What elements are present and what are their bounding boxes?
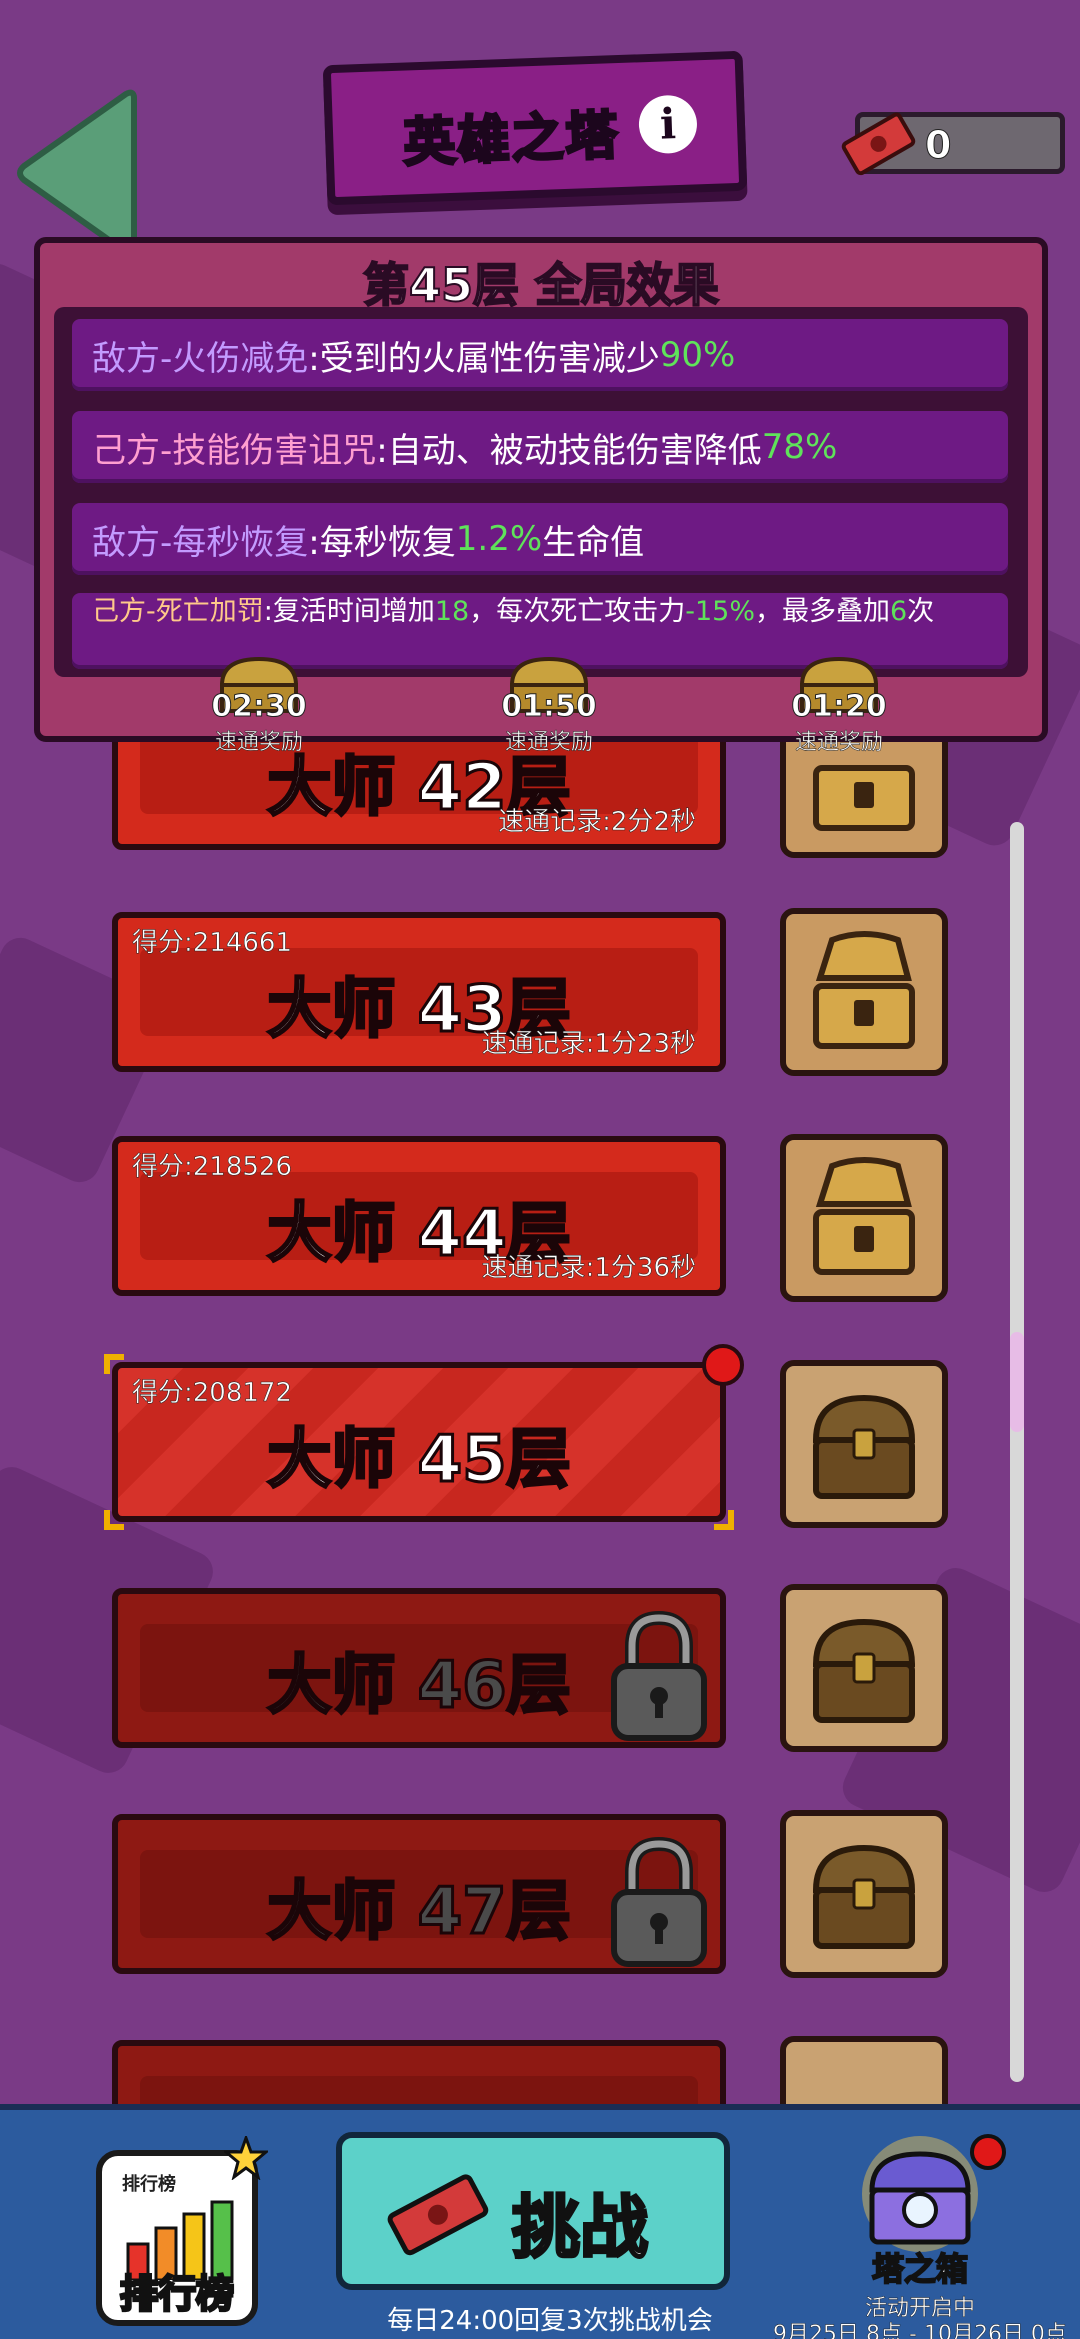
effect-row: 己方-技能伤害诅咒:自动、被动技能伤害降低 78%	[72, 411, 1008, 483]
bottom-bar: 排行榜 排行榜 挑战 每日24:00回复3次挑战机会 塔之箱 活动开启中 9月2…	[0, 2104, 1080, 2339]
effect-value: 1.2%	[455, 519, 543, 559]
floor-record: 速通记录:1分36秒	[481, 1253, 696, 1284]
challenge-label: 挑战	[510, 2188, 649, 2270]
effect-name: 敌方-火伤减免	[92, 338, 309, 379]
speed-reward-time: 02:30	[211, 689, 308, 725]
floor-card-43[interactable]: 得分:214661 大师 43层 速通记录:1分23秒	[112, 912, 726, 1072]
padlock-icon	[611, 1836, 707, 1967]
effect-value: -15%	[685, 596, 755, 627]
effect-tail: ，最多叠加	[754, 596, 890, 627]
closed-chest-icon	[812, 1394, 916, 1499]
effect-desc: :每秒恢复	[308, 522, 456, 563]
floor-chest-46[interactable]	[780, 1584, 948, 1752]
floor-card-44[interactable]: 得分:218526 大师 44层 速通记录:1分36秒	[112, 1136, 726, 1296]
speed-reward-label: 速通奖励	[214, 730, 304, 756]
effects-title: 第45层 全局效果	[362, 257, 720, 313]
ticket-icon	[841, 112, 916, 176]
effect-value: 90%	[659, 335, 736, 375]
tower-chest-label: 塔之箱	[871, 2249, 969, 2289]
event-dates: 9月25日 8点 - 10月26日 0点	[773, 2322, 1067, 2339]
floor-chest-45[interactable]	[780, 1360, 948, 1528]
ticket-icon	[387, 2174, 489, 2256]
selection-corner	[714, 1510, 734, 1530]
floor-chest-43[interactable]	[780, 908, 948, 1076]
speed-reward[interactable]: 02:30 速通奖励	[194, 655, 324, 756]
effect-row: 敌方-每秒恢复:每秒恢复 1.2% 生命值	[72, 503, 1008, 575]
info-icon[interactable]: i	[637, 94, 698, 155]
floor-card-45[interactable]: 得分:208172 大师 45层	[104, 1344, 744, 1530]
effect-desc: :复活时间增加	[263, 596, 435, 627]
speed-reward-label: 速通奖励	[504, 730, 594, 756]
effect-name: 敌方-每秒恢复	[92, 522, 309, 563]
effect-name: 己方-技能伤害诅咒	[92, 430, 377, 471]
padlock-icon	[611, 1610, 707, 1741]
floor-record: 速通记录:2分2秒	[498, 807, 696, 838]
floor-score: 得分:214661	[132, 928, 293, 959]
back-arrow-icon[interactable]	[14, 88, 144, 258]
effect-tail: 生命值	[542, 522, 645, 563]
effect-value: 78%	[761, 427, 838, 467]
tower-chest-icon	[862, 2136, 978, 2252]
selection-corner	[104, 1354, 124, 1374]
title-banner: 英雄之塔 i	[322, 50, 748, 206]
scrollbar[interactable]	[1010, 822, 1024, 2082]
floor-score: 得分:218526	[132, 1152, 293, 1183]
notification-dot	[702, 1344, 744, 1386]
ticket-count: 0	[924, 123, 952, 168]
effect-tail: ，每次死亡攻击力	[469, 596, 686, 627]
scrollbar-thumb[interactable]	[1010, 1332, 1024, 1432]
floor-card-47[interactable]: 大师 47层	[112, 1814, 726, 1974]
floor-chest-47[interactable]	[780, 1810, 948, 1978]
leaderboard-label: 排行榜	[118, 2271, 235, 2318]
floor-record: 速通记录:1分23秒	[481, 1029, 696, 1060]
selection-corner	[104, 1510, 124, 1530]
effect-value: 6	[889, 596, 908, 627]
floor-name: 大师 45层	[266, 1422, 572, 1499]
ticket-counter: 0	[841, 112, 1065, 176]
challenge-button[interactable]: 挑战	[336, 2132, 730, 2290]
effect-name: 己方-死亡加罚	[92, 596, 264, 627]
effect-row: 敌方-火伤减免:受到的火属性伤害减少 90%	[72, 319, 1008, 391]
challenge-note: 每日24:00回复3次挑战机会	[387, 2306, 713, 2336]
floor-card-46[interactable]: 大师 46层	[112, 1588, 726, 1748]
leaderboard-button[interactable]: 排行榜 排行榜	[96, 2136, 268, 2326]
speed-reward-label: 速通奖励	[794, 730, 884, 756]
effects-list: 敌方-火伤减免:受到的火属性伤害减少 90% 己方-技能伤害诅咒:自动、被动技能伤…	[54, 307, 1028, 677]
speed-reward-time: 01:20	[791, 689, 888, 725]
leaderboard-top-label: 排行榜	[122, 2174, 176, 2195]
star-icon	[224, 2136, 268, 2180]
speed-reward-time: 01:50	[501, 689, 598, 725]
page-title: 英雄之塔	[401, 105, 622, 176]
effect-tail: 次	[907, 596, 935, 627]
tower-chest-button[interactable]: 塔之箱	[820, 2134, 1020, 2289]
effect-value: 18	[434, 596, 470, 627]
closed-chest-icon	[812, 1618, 916, 1723]
open-chest-icon	[813, 931, 915, 1049]
speed-reward[interactable]: 01:50 速通奖励	[484, 655, 614, 756]
notification-dot	[970, 2134, 1006, 2170]
open-chest-icon	[813, 1157, 915, 1275]
effect-desc: :自动、被动技能伤害降低	[376, 430, 762, 471]
speed-reward[interactable]: 01:20 速通奖励	[774, 655, 904, 756]
floor-chest-44[interactable]	[780, 1134, 948, 1302]
floor-score: 得分:208172	[132, 1378, 293, 1409]
effect-desc: :受到的火属性伤害减少	[308, 338, 660, 379]
closed-chest-icon	[812, 1844, 916, 1949]
